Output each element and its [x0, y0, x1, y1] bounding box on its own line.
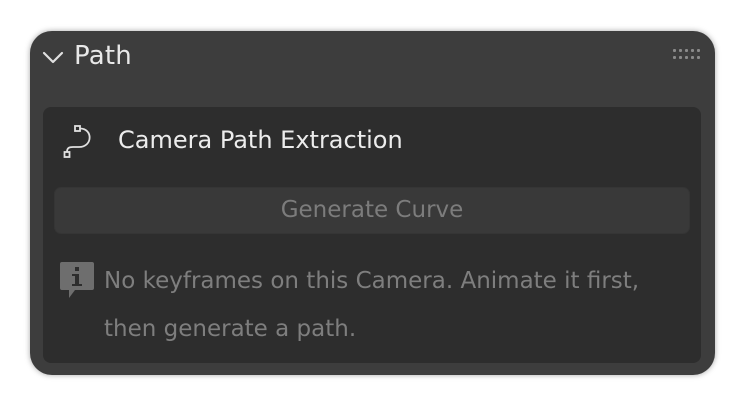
info-icon: [60, 262, 94, 298]
info-line-1: No keyframes on this Camera. Animate it …: [104, 268, 640, 294]
curve-path-icon: [63, 125, 91, 158]
subpanel-header: Camera Path Extraction: [43, 107, 701, 173]
info-message: No keyframes on this Camera. Animate it …: [104, 257, 694, 353]
generate-curve-button[interactable]: Generate Curve: [54, 187, 690, 234]
path-panel: Path Camera Path Extraction Generate Cur…: [30, 31, 715, 375]
drag-handle-icon[interactable]: [673, 49, 701, 63]
chevron-down-icon[interactable]: [40, 44, 66, 70]
info-line-2: then generate a path.: [104, 316, 357, 342]
panel-header[interactable]: Path: [30, 31, 715, 81]
panel-title: Path: [74, 41, 132, 71]
subpanel-title: Camera Path Extraction: [118, 126, 403, 154]
camera-path-extraction-subpanel: Camera Path Extraction Generate Curve No…: [43, 107, 701, 363]
